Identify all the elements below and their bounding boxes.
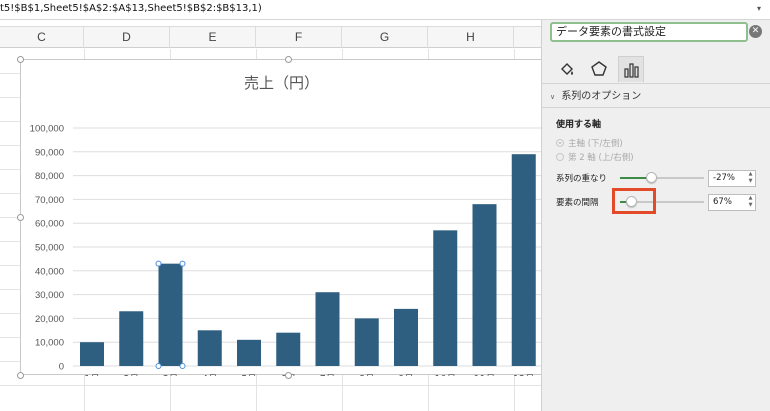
pane-title[interactable]: データ要素の書式設定: [550, 22, 748, 42]
bar[interactable]: [433, 230, 458, 366]
formula-text[interactable]: t5!$B$1,Sheet5!$A$2:$A$13,Sheet5!$B$2:$B…: [0, 3, 262, 14]
bar[interactable]: [197, 330, 222, 366]
x-tick-label: 1月: [84, 374, 100, 376]
bar[interactable]: [472, 204, 497, 366]
resize-handle[interactable]: [285, 56, 292, 63]
bar[interactable]: [237, 339, 261, 366]
close-icon[interactable]: ✕: [749, 25, 762, 38]
secondary-axis-label: 第 2 軸 (上/右側): [568, 153, 634, 163]
y-tick-label: 50,000: [35, 243, 64, 254]
y-tick-label: 80,000: [35, 171, 64, 182]
spinner-arrows-icon[interactable]: ▲ ▼: [746, 171, 755, 186]
y-tick-label: 90,000: [35, 147, 64, 158]
secondary-axis-radio[interactable]: 第 2 軸 (上/右側): [556, 151, 634, 163]
y-tick-label: 40,000: [35, 266, 64, 277]
overlap-label: 系列の重なり: [556, 174, 608, 184]
resize-handle[interactable]: [285, 372, 292, 379]
x-tick-label: 4月: [202, 374, 218, 376]
bar[interactable]: [511, 154, 536, 366]
y-tick-label: 30,000: [35, 290, 64, 301]
bar[interactable]: [315, 292, 340, 366]
effects-icon[interactable]: [586, 56, 612, 82]
spinner-arrows-icon[interactable]: ▲ ▼: [746, 195, 755, 210]
gap-width-spinner[interactable]: 67% ▲ ▼: [708, 194, 756, 211]
column-header-row: C D E F G H: [0, 26, 541, 48]
x-tick-label: 2月: [123, 374, 139, 376]
selection-handle[interactable]: [155, 260, 162, 267]
pane-tab-bar: [542, 50, 770, 84]
overlap-slider-thumb[interactable]: [645, 172, 657, 183]
overlap-value[interactable]: -27%: [713, 173, 735, 183]
format-data-point-pane: データ要素の書式設定 ✕ ∨ 系列のオプション 使用する軸 主軸 (下/左側) …: [541, 20, 770, 411]
bar[interactable]: [80, 342, 104, 366]
x-tick-label: 11月: [474, 374, 496, 376]
chevron-down-icon[interactable]: ∨: [550, 93, 555, 101]
resize-handle[interactable]: [17, 372, 24, 379]
resize-handle[interactable]: [17, 56, 24, 63]
highlight-box: [612, 188, 656, 214]
formula-bar[interactable]: t5!$B$1,Sheet5!$A$2:$A$13,Sheet5!$B$2:$B…: [0, 0, 770, 20]
y-tick-label: 20,000: [35, 314, 64, 325]
column-header-g[interactable]: G: [342, 27, 428, 48]
primary-axis-label: 主軸 (下/左側): [568, 139, 623, 149]
bar[interactable]: [119, 311, 144, 366]
bar[interactable]: [394, 308, 418, 366]
selection-handle[interactable]: [179, 363, 186, 369]
gap-width-label: 要素の間隔: [556, 198, 599, 208]
y-tick-label: 70,000: [35, 195, 64, 206]
column-header-d[interactable]: D: [84, 27, 170, 48]
primary-axis-radio[interactable]: 主軸 (下/左側): [556, 137, 623, 149]
selection-handle[interactable]: [179, 260, 186, 267]
x-tick-label: 12月: [513, 374, 535, 376]
spreadsheet-grid[interactable]: C D E F G H 売上（円） 0 10,000 20,000 30,000 40,…: [0, 20, 542, 411]
gap-width-value[interactable]: 67%: [713, 197, 732, 207]
x-tick-label: 9月: [398, 374, 414, 376]
x-tick-label: 7月: [320, 374, 336, 376]
y-tick-label: 60,000: [35, 219, 64, 230]
y-tick-label: 100,000: [30, 124, 64, 135]
series-options-section[interactable]: ∨ 系列のオプション: [542, 86, 770, 108]
resize-handle[interactable]: [17, 214, 24, 221]
chevron-down-icon[interactable]: ▾: [752, 2, 766, 16]
y-tick-label: 0: [59, 362, 64, 373]
radio-icon: [556, 153, 564, 161]
excel-window: t5!$B$1,Sheet5!$A$2:$A$13,Sheet5!$B$2:$B…: [0, 0, 770, 411]
y-tick-label: 10,000: [35, 338, 64, 349]
grid-line: [0, 385, 541, 386]
radio-icon: [556, 139, 564, 147]
column-header-e[interactable]: E: [170, 27, 256, 48]
bar[interactable]: [354, 318, 379, 366]
series-options-icon[interactable]: [618, 56, 644, 82]
column-header-h[interactable]: H: [428, 27, 514, 48]
axis-label: 使用する軸: [556, 120, 602, 130]
column-header-f[interactable]: F: [256, 27, 342, 48]
x-tick-label: 3月: [163, 374, 179, 376]
chart-plot[interactable]: 0 10,000 20,000 30,000 40,000 50,000 60,000 70,…: [21, 60, 542, 376]
x-tick-label: 10月: [434, 374, 456, 376]
fill-line-icon[interactable]: [554, 56, 580, 82]
bar[interactable]: [276, 332, 301, 366]
bar[interactable]: [158, 263, 183, 366]
overlap-spinner[interactable]: -27% ▲ ▼: [708, 170, 756, 187]
section-header-label: 系列のオプション: [561, 91, 642, 102]
column-header-c[interactable]: C: [0, 27, 84, 48]
bar-chart[interactable]: 売上（円） 0 10,000 20,000 30,000 40,000 50,000 60,…: [17, 56, 542, 379]
x-tick-label: 5月: [241, 374, 257, 376]
x-tick-label: 8月: [359, 374, 375, 376]
selection-handle[interactable]: [155, 363, 162, 369]
